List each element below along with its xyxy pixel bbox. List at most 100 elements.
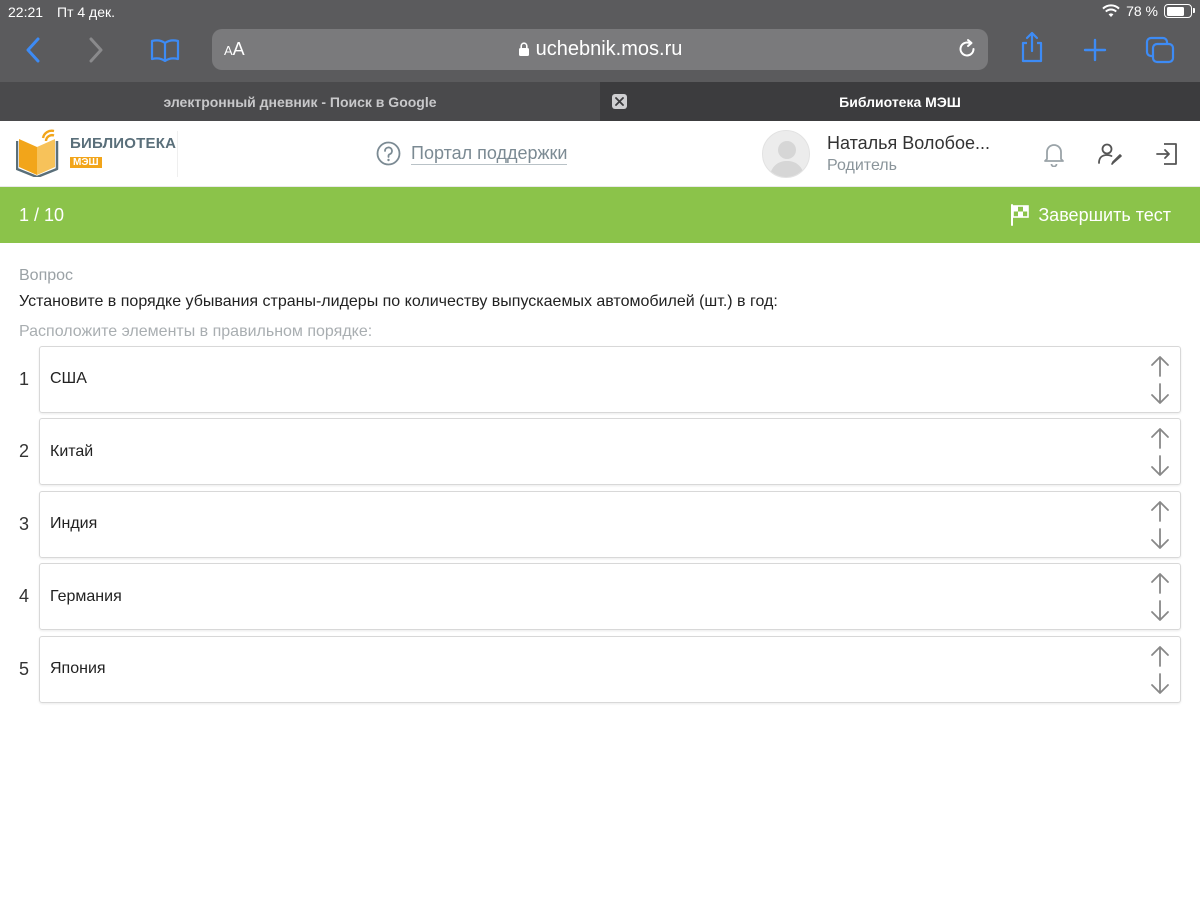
back-button[interactable] [16,34,50,66]
browser-chrome: 22:21 Пт 4 дек. 78 % AA uchebnik.mos.ru [0,0,1200,82]
list-item: 5 Япония [19,635,1181,703]
library-logo[interactable]: БИБЛИОТЕКА МЭШ [16,129,176,177]
arrow-down-icon [1151,455,1169,476]
logo-name: БИБЛИОТЕКА [70,135,177,152]
edit-profile-button[interactable] [1097,141,1123,167]
test-progress-bar: 1 / 10 Завершить тест [0,187,1200,243]
item-arrows [1148,570,1172,624]
move-up-button[interactable] [1148,425,1172,451]
item-number: 1 [19,368,30,389]
chevron-left-icon [26,37,40,63]
tab-mesh-library[interactable]: Библиотека МЭШ [600,82,1200,121]
url-display[interactable]: uchebnik.mos.ru [212,38,988,61]
bookmarks-button[interactable] [148,34,182,66]
reload-button[interactable] [956,38,978,65]
checkered-flag-icon [1011,204,1030,226]
item-number: 2 [19,441,30,461]
bell-icon [1044,144,1064,167]
battery-fill [1166,6,1185,16]
move-up-button[interactable] [1148,353,1172,379]
user-name: Наталья Волобое... [827,133,990,153]
move-down-button[interactable] [1148,453,1172,479]
question-label: Вопрос [19,267,74,284]
arrow-up-icon [1151,500,1169,522]
status-date: Пт 4 дек. [57,4,116,20]
item-number: 3 [19,513,30,534]
sortable-item[interactable]: США [39,345,1181,413]
user-info[interactable]: Наталья Волобое... Родитель [827,133,990,175]
tab-title: электронный дневник - Поиск в Google [163,93,437,110]
item-number: 5 [19,658,30,679]
battery-icon [1164,4,1195,18]
question-text: Установите в порядке убывания страны-лид… [19,293,778,310]
tabs-icon [1145,36,1175,64]
share-icon [1021,31,1043,63]
site-header: БИБЛИОТЕКА МЭШ Портал поддержки Наталья … [0,121,1200,187]
ordering-list: 1 США 2 Китай 3 Индия 4 Германия 5 Япони… [19,345,1181,703]
finish-test-label: Завершить тест [1038,204,1171,225]
logo-sub: МЭШ [70,157,102,168]
list-item: 3 Индия [19,490,1181,558]
user-edit-icon [1098,143,1122,165]
move-down-button[interactable] [1148,598,1172,624]
user-avatar-icon [769,141,805,177]
sortable-item[interactable]: Индия [39,490,1181,558]
battery-percent: 78 % [1126,3,1158,19]
avatar[interactable] [762,130,810,178]
browser-tabs: электронный дневник - Поиск в Google Биб… [0,82,1200,121]
sortable-item[interactable]: Китай [39,418,1181,485]
list-item: 2 Китай [19,418,1181,486]
reload-icon [959,39,975,57]
move-down-button[interactable] [1148,671,1172,697]
question-hint: Расположите элементы в правильном порядк… [19,323,373,340]
item-arrows [1148,498,1172,552]
forward-button[interactable] [79,34,113,66]
notifications-button[interactable] [1041,141,1067,167]
item-label: Индия [50,515,98,532]
finish-test-button[interactable]: Завершить тест [1010,204,1171,226]
status-bar: 22:21 Пт 4 дек. 78 % [0,0,1200,24]
support-portal-link[interactable]: Портал поддержки [376,141,568,166]
question-area: Вопрос Установите в порядке убывания стр… [0,243,1200,703]
sortable-item[interactable]: Япония [39,635,1181,703]
list-item: 1 США [19,345,1181,413]
move-down-button[interactable] [1148,381,1172,407]
item-number: 4 [19,586,30,606]
support-label: Портал поддержки [411,142,568,165]
chevron-right-icon [89,37,103,63]
item-label: Китай [50,442,94,460]
item-label: США [50,370,87,387]
arrow-down-icon [1151,527,1169,549]
plus-icon [1083,38,1107,62]
new-tab-button[interactable] [1078,34,1112,66]
arrow-down-icon [1151,382,1169,404]
open-book-logo-icon [16,129,59,177]
arrow-up-icon [1151,573,1169,594]
user-role: Родитель [827,157,897,174]
logout-button[interactable] [1154,141,1180,167]
item-arrows [1148,425,1172,479]
sortable-item[interactable]: Германия [39,563,1181,630]
move-down-button[interactable] [1148,526,1172,552]
move-up-button[interactable] [1148,498,1172,524]
status-right: 78 % [1102,3,1195,19]
book-icon [150,39,180,62]
arrow-up-icon [1151,645,1169,667]
item-arrows [1148,643,1172,697]
share-button[interactable] [1015,31,1049,63]
address-bar[interactable]: AA uchebnik.mos.ru [212,29,988,70]
move-up-button[interactable] [1148,643,1172,669]
arrow-down-icon [1151,672,1169,694]
move-up-button[interactable] [1148,570,1172,596]
wifi-icon [1102,4,1120,17]
lock-icon [518,42,529,56]
item-label: Япония [50,660,106,677]
tab-close-button[interactable] [612,94,627,109]
logo-divider [177,131,178,177]
tab-title: Библиотека МЭШ [839,93,961,110]
tab-google-search[interactable]: электронный дневник - Поиск в Google [0,82,600,121]
url-text: uchebnik.mos.ru [535,38,683,60]
tabs-overview-button[interactable] [1143,34,1177,66]
arrow-up-icon [1151,428,1169,449]
logout-icon [1156,143,1177,165]
